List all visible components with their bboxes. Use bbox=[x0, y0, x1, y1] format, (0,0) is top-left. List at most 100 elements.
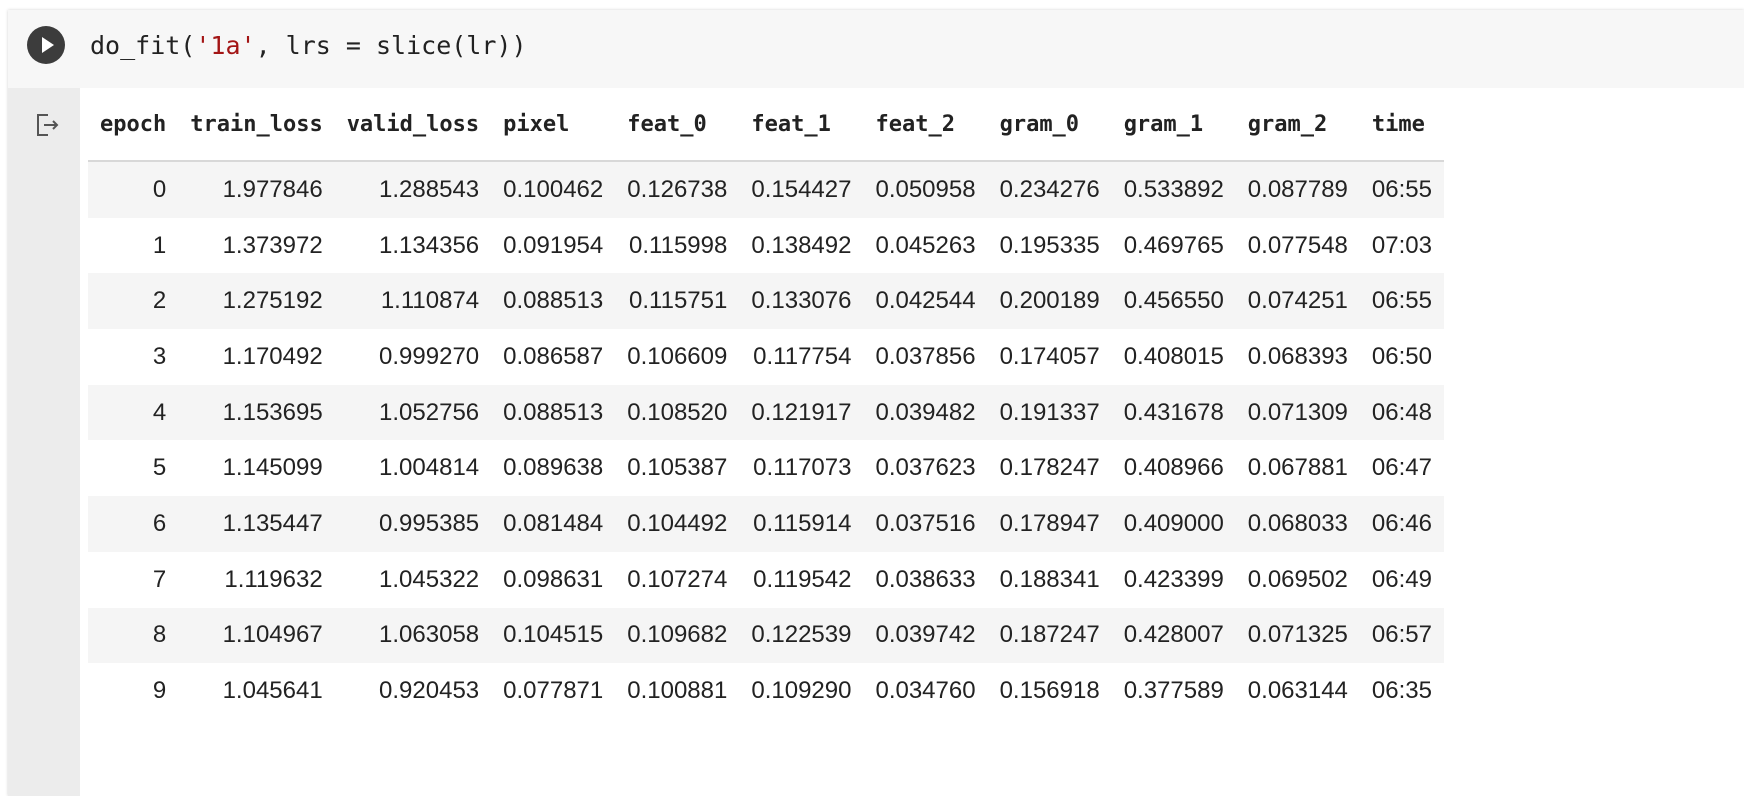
table-cell-time: 06:55 bbox=[1359, 161, 1444, 218]
table-cell-feat-2: 0.037516 bbox=[863, 496, 988, 552]
table-cell-feat-1: 0.115914 bbox=[739, 496, 864, 552]
code-input-area[interactable]: do_fit('1a', lrs = slice(lr)) bbox=[8, 10, 1744, 88]
table-cell-gram-0: 0.195335 bbox=[987, 217, 1112, 274]
table-cell-valid-loss: 1.063058 bbox=[334, 607, 492, 664]
table-cell-pixel: 0.100462 bbox=[491, 161, 616, 218]
table-cell-feat-1: 0.109290 bbox=[739, 663, 864, 719]
table-cell-feat-2: 0.039482 bbox=[863, 384, 988, 441]
table-row: 0 1.977846 1.288543 0.100462 0.126738 0.15442… bbox=[88, 161, 1444, 218]
table-cell-feat-0: 0.115998 bbox=[615, 217, 740, 274]
table-cell-gram-0: 0.191337 bbox=[987, 384, 1112, 441]
table-cell-train-loss: 1.145099 bbox=[178, 440, 335, 497]
column-header-gram-2: gram_2 bbox=[1235, 88, 1360, 162]
table-cell-feat-2: 0.037856 bbox=[863, 329, 988, 385]
table-cell-feat-2: 0.050958 bbox=[863, 161, 988, 218]
table-cell-feat-2: 0.045263 bbox=[863, 217, 988, 274]
table-cell-valid-loss: 1.004814 bbox=[334, 440, 492, 497]
run-cell-button[interactable] bbox=[27, 26, 65, 64]
table-cell-gram-2: 0.077548 bbox=[1235, 217, 1360, 274]
table-cell-gram-2: 0.068033 bbox=[1235, 496, 1360, 552]
table-row: 8 1.104967 1.063058 0.104515 0.109682 0.12253… bbox=[88, 607, 1444, 664]
table-cell-gram-1: 0.377589 bbox=[1111, 663, 1236, 719]
table-cell-valid-loss: 1.288543 bbox=[334, 161, 492, 218]
table-cell-gram-2: 0.068393 bbox=[1235, 329, 1360, 385]
table-cell-gram-1: 0.408015 bbox=[1111, 329, 1236, 385]
table-cell-epoch: 7 bbox=[88, 551, 179, 608]
notebook-cell: do_fit('1a', lrs = slice(lr)) epoch train… bbox=[8, 10, 1744, 796]
column-header-valid-loss: valid_loss bbox=[334, 88, 492, 162]
table-cell-time: 06:35 bbox=[1359, 663, 1444, 719]
column-header-gram-1: gram_1 bbox=[1111, 88, 1236, 162]
table-cell-gram-2: 0.074251 bbox=[1235, 273, 1360, 330]
table-cell-epoch: 6 bbox=[88, 496, 179, 552]
output-gutter bbox=[8, 88, 80, 796]
table-cell-train-loss: 1.119632 bbox=[178, 551, 335, 608]
table-cell-gram-0: 0.178247 bbox=[987, 440, 1112, 497]
table-row: 5 1.145099 1.004814 0.089638 0.105387 0.11707… bbox=[88, 440, 1444, 497]
table-cell-gram-0: 0.200189 bbox=[987, 273, 1112, 330]
column-header-feat-2: feat_2 bbox=[863, 88, 988, 162]
code-line[interactable]: do_fit('1a', lrs = slice(lr)) bbox=[90, 30, 527, 62]
table-cell-gram-0: 0.174057 bbox=[987, 329, 1112, 385]
column-header-pixel: pixel bbox=[491, 88, 616, 162]
table-cell-gram-1: 0.428007 bbox=[1111, 607, 1236, 664]
table-cell-feat-2: 0.038633 bbox=[863, 551, 988, 608]
table-cell-pixel: 0.104515 bbox=[491, 607, 616, 664]
table-cell-gram-0: 0.156918 bbox=[987, 663, 1112, 719]
table-cell-train-loss: 1.153695 bbox=[178, 384, 335, 441]
table-cell-gram-2: 0.071325 bbox=[1235, 607, 1360, 664]
column-header-feat-0: feat_0 bbox=[615, 88, 740, 162]
table-cell-epoch: 3 bbox=[88, 329, 179, 385]
column-header-train-loss: train_loss bbox=[178, 88, 335, 162]
table-header-row: epoch train_loss valid_loss pixel feat_0 feat… bbox=[88, 88, 1444, 162]
table-cell-feat-0: 0.100881 bbox=[615, 663, 740, 719]
table-cell-train-loss: 1.275192 bbox=[178, 273, 335, 330]
table-cell-pixel: 0.081484 bbox=[491, 496, 616, 552]
table-cell-gram-2: 0.069502 bbox=[1235, 551, 1360, 608]
table-cell-train-loss: 1.135447 bbox=[178, 496, 335, 552]
table-row: 2 1.275192 1.110874 0.088513 0.115751 0.13307… bbox=[88, 273, 1444, 330]
code-token: , lrs = slice(lr)) bbox=[255, 31, 527, 60]
code-string-token: '1a' bbox=[195, 31, 256, 60]
table-cell-feat-0: 0.104492 bbox=[615, 496, 740, 552]
table-cell-feat-0: 0.105387 bbox=[615, 440, 740, 497]
table-row: 1 1.373972 1.134356 0.091954 0.115998 0.13849… bbox=[88, 217, 1444, 274]
table-cell-valid-loss: 1.045322 bbox=[334, 551, 492, 608]
table-cell-valid-loss: 0.920453 bbox=[334, 663, 492, 719]
table-cell-gram-1: 0.431678 bbox=[1111, 384, 1236, 441]
table-cell-feat-0: 0.108520 bbox=[615, 384, 740, 441]
table-cell-time: 06:55 bbox=[1359, 273, 1444, 330]
table-cell-feat-0: 0.109682 bbox=[615, 607, 740, 664]
table-cell-feat-2: 0.042544 bbox=[863, 273, 988, 330]
table-cell-pixel: 0.091954 bbox=[491, 217, 616, 274]
table-cell-valid-loss: 1.134356 bbox=[334, 217, 492, 274]
table-body: 0 1.977846 1.288543 0.100462 0.126738 0.15442… bbox=[88, 161, 1444, 719]
table-cell-epoch: 2 bbox=[88, 273, 179, 330]
table-cell-feat-1: 0.133076 bbox=[739, 273, 864, 330]
table-cell-time: 06:48 bbox=[1359, 384, 1444, 441]
table-cell-gram-0: 0.188341 bbox=[987, 551, 1112, 608]
table-cell-train-loss: 1.373972 bbox=[178, 217, 335, 274]
table-cell-feat-1: 0.122539 bbox=[739, 607, 864, 664]
output-area: epoch train_loss valid_loss pixel feat_0 feat… bbox=[88, 88, 1744, 796]
table-row: 4 1.153695 1.052756 0.088513 0.108520 0.12191… bbox=[88, 384, 1444, 441]
table-cell-valid-loss: 1.110874 bbox=[334, 273, 492, 330]
table-cell-feat-0: 0.106609 bbox=[615, 329, 740, 385]
table-cell-gram-1: 0.408966 bbox=[1111, 440, 1236, 497]
table-cell-time: 07:03 bbox=[1359, 217, 1444, 274]
table-cell-feat-1: 0.121917 bbox=[739, 384, 864, 441]
table-cell-feat-1: 0.117073 bbox=[739, 440, 864, 497]
table-cell-gram-1: 0.469765 bbox=[1111, 217, 1236, 274]
table-cell-epoch: 5 bbox=[88, 440, 179, 497]
table-cell-gram-0: 0.234276 bbox=[987, 161, 1112, 218]
table-cell-feat-1: 0.119542 bbox=[739, 551, 864, 608]
table-cell-valid-loss: 0.995385 bbox=[334, 496, 492, 552]
table-cell-pixel: 0.088513 bbox=[491, 384, 616, 441]
table-cell-gram-2: 0.087789 bbox=[1235, 161, 1360, 218]
table-cell-feat-2: 0.037623 bbox=[863, 440, 988, 497]
table-cell-epoch: 9 bbox=[88, 663, 179, 719]
table-cell-gram-2: 0.067881 bbox=[1235, 440, 1360, 497]
output-exit-icon[interactable] bbox=[34, 112, 60, 138]
table-cell-time: 06:46 bbox=[1359, 496, 1444, 552]
table-cell-train-loss: 1.977846 bbox=[178, 161, 335, 218]
